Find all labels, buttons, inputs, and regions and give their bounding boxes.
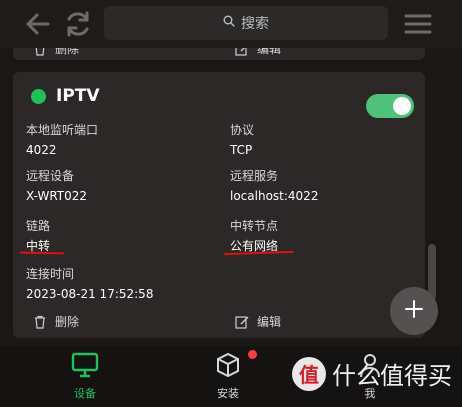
package-icon	[214, 350, 257, 381]
status-dot	[31, 88, 46, 104]
card-title: IPTV	[56, 86, 100, 106]
delete-button[interactable]: 删除	[33, 313, 79, 330]
field-link: 链路 中转	[26, 219, 51, 253]
trash-icon	[33, 315, 47, 329]
field-remote-service: 远程服务 localhost:4022	[230, 169, 319, 203]
add-button[interactable]	[390, 287, 438, 335]
edit-icon	[235, 315, 249, 329]
monitor-icon	[71, 352, 99, 381]
watermark-text: 什么值得买	[332, 362, 452, 390]
top-bar: 搜索	[0, 0, 462, 48]
edit-button[interactable]: 编辑	[235, 48, 281, 57]
edit-button[interactable]: 编辑	[235, 313, 281, 330]
nav-install[interactable]: 安装	[198, 350, 258, 401]
iptv-card: IPTV 本地监听端口 4022 协议 TCP 远程设备 X-WRT022 远程…	[13, 72, 425, 338]
search-placeholder: 搜索	[241, 16, 269, 32]
field-relay-node: 中转节点 公有网络	[230, 219, 279, 253]
watermark: 值 什么值得买	[292, 356, 452, 391]
search-icon	[223, 15, 235, 31]
search-input[interactable]: 搜索	[104, 6, 388, 40]
menu-icon[interactable]	[402, 8, 434, 40]
trash-icon	[33, 48, 47, 56]
edit-icon	[235, 48, 249, 56]
refresh-icon[interactable]	[62, 8, 94, 40]
card-header: IPTV	[31, 86, 100, 106]
enable-toggle[interactable]	[366, 94, 414, 118]
field-protocol: 协议 TCP	[230, 123, 255, 157]
back-arrow-icon[interactable]	[22, 8, 54, 40]
toggle-knob	[393, 97, 411, 115]
field-connect-time: 连接时间 2023-08-21 17:52:58	[26, 267, 154, 301]
delete-button[interactable]: 删除	[33, 48, 79, 57]
watermark-logo: 值	[292, 356, 326, 391]
field-remote-device: 远程设备 X-WRT022	[26, 169, 88, 203]
notification-badge	[248, 350, 257, 359]
plus-icon	[404, 299, 424, 323]
field-local-port: 本地监听端口 4022	[26, 123, 99, 157]
previous-card: 删除 编辑	[13, 48, 425, 60]
nav-devices[interactable]: 设备	[55, 352, 115, 401]
